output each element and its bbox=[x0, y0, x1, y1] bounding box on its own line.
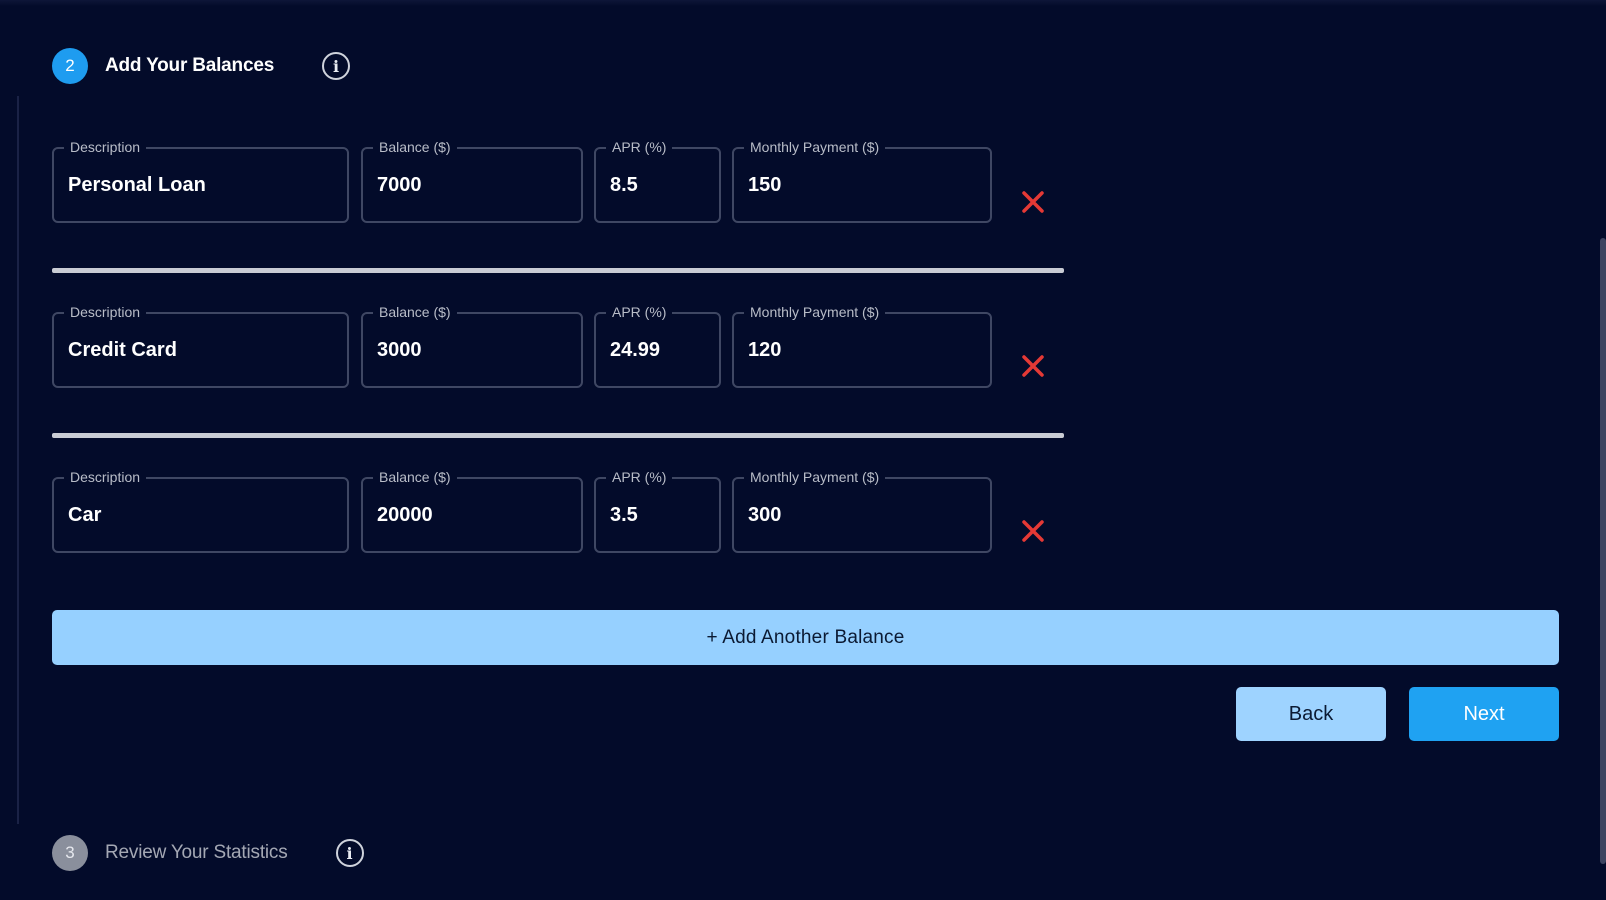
balance-field[interactable]: Balance ($) 7000 bbox=[361, 139, 583, 223]
add-balance-button[interactable]: + Add Another Balance bbox=[52, 610, 1559, 665]
remove-balance-button[interactable] bbox=[1017, 515, 1049, 547]
row-divider bbox=[52, 433, 1064, 438]
step-3-header[interactable]: 3 Review Your Statistics i bbox=[52, 835, 364, 871]
monthly-payment-field[interactable]: Monthly Payment ($) 150 bbox=[732, 139, 992, 223]
field-value: 300 bbox=[748, 503, 782, 526]
remove-balance-button[interactable] bbox=[1017, 186, 1049, 218]
field-value: Personal Loan bbox=[68, 173, 206, 196]
step-2-title: Add Your Balances bbox=[105, 55, 275, 76]
monthly-payment-field[interactable]: Monthly Payment ($) 300 bbox=[732, 469, 992, 553]
scrollbar[interactable] bbox=[1600, 238, 1606, 864]
info-icon[interactable]: i bbox=[335, 839, 364, 867]
back-button[interactable]: Back bbox=[1236, 687, 1386, 741]
close-icon bbox=[1022, 191, 1044, 213]
field-value: 24.99 bbox=[610, 338, 661, 361]
next-button[interactable]: Next bbox=[1409, 687, 1559, 741]
description-field[interactable]: Description Personal Loan bbox=[52, 139, 349, 223]
field-value: 3.5 bbox=[610, 503, 638, 526]
description-field[interactable]: Description Credit Card bbox=[52, 304, 349, 388]
info-icon[interactable]: i bbox=[322, 52, 351, 80]
field-value: 3000 bbox=[377, 338, 422, 361]
close-icon bbox=[1022, 355, 1044, 377]
apr-field[interactable]: APR (%) 24.99 bbox=[594, 304, 721, 388]
step-3-number: 3 bbox=[52, 835, 88, 871]
row-divider bbox=[52, 268, 1064, 273]
step-2-header: 2 Add Your Balances i bbox=[52, 48, 351, 84]
apr-field[interactable]: APR (%) 8.5 bbox=[594, 139, 721, 223]
field-value: 20000 bbox=[377, 503, 433, 526]
field-value: 8.5 bbox=[610, 173, 638, 196]
field-value: 120 bbox=[748, 338, 782, 361]
step-3-title: Review Your Statistics bbox=[105, 842, 288, 863]
balance-field[interactable]: Balance ($) 20000 bbox=[361, 469, 583, 553]
field-value: 150 bbox=[748, 173, 782, 196]
apr-field[interactable]: APR (%) 3.5 bbox=[594, 469, 721, 553]
field-value: Car bbox=[68, 503, 102, 526]
stepper-connector bbox=[17, 96, 19, 824]
description-field[interactable]: Description Car bbox=[52, 469, 349, 553]
remove-balance-button[interactable] bbox=[1017, 350, 1049, 382]
field-value: 7000 bbox=[377, 173, 422, 196]
step-2-number: 2 bbox=[52, 48, 88, 84]
top-shade bbox=[0, 0, 1606, 6]
close-icon bbox=[1022, 520, 1044, 542]
balance-field[interactable]: Balance ($) 3000 bbox=[361, 304, 583, 388]
field-value: Credit Card bbox=[68, 338, 177, 361]
monthly-payment-field[interactable]: Monthly Payment ($) 120 bbox=[732, 304, 992, 388]
